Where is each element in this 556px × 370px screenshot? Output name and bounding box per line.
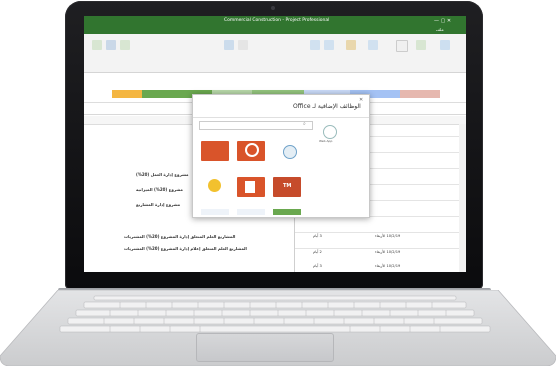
gantt-label: المشاريع العلم المتعلق إدارة المشروع (20…: [124, 234, 236, 239]
touchpad[interactable]: [196, 333, 334, 362]
ribbon-tabs: ملف: [84, 26, 466, 34]
web-app-icon[interactable]: [323, 125, 337, 139]
smiley-icon: [208, 179, 221, 192]
timeline-bar[interactable]: [400, 90, 440, 98]
table-cell: 10/2/19 الأربعاء: [375, 234, 401, 238]
ribbon-icon[interactable]: [368, 40, 378, 50]
powerpoint-icon: [245, 181, 255, 193]
gantt-label: مشروع إدارة المشاريع: [136, 202, 181, 207]
ribbon-icon[interactable]: [92, 40, 102, 50]
office-addins-dialog: الوظائف الإضافية لـ Office ✕ ⌕ Web App T…: [192, 94, 370, 218]
title-bar: Commercial Construction - Project Profes…: [84, 16, 466, 26]
tm-icon: TM: [283, 183, 292, 189]
row-indicators: [459, 124, 466, 272]
table-cell: 10/2/19 الأربعاء: [375, 264, 401, 268]
search-input[interactable]: [199, 121, 313, 130]
table-cell: 10/2/19 الأربعاء: [375, 250, 401, 254]
ribbon-icon[interactable]: [416, 40, 426, 50]
ribbon-tab-file[interactable]: ملف: [436, 26, 444, 34]
ribbon: [84, 34, 466, 73]
window-controls[interactable]: — ▢ ✕: [434, 16, 451, 26]
table-cell: 3 أيام: [313, 234, 322, 238]
timeline-bar[interactable]: [112, 90, 142, 98]
globe-icon: [283, 145, 297, 159]
addin-tile[interactable]: [237, 209, 265, 215]
addin-tile[interactable]: [201, 209, 229, 215]
ribbon-icon[interactable]: [238, 40, 248, 50]
search-icon[interactable]: ⌕: [303, 121, 306, 127]
ribbon-icon[interactable]: [310, 40, 320, 50]
screen: Commercial Construction - Project Profes…: [84, 16, 466, 272]
table-cell: 2 أيام: [313, 250, 322, 254]
magnifier-icon: [245, 143, 259, 157]
addin-tile[interactable]: [201, 141, 229, 161]
addin-tile[interactable]: [273, 209, 301, 215]
app-title: Commercial Construction - Project Profes…: [224, 18, 330, 23]
ribbon-icon[interactable]: [346, 40, 356, 50]
webcam-icon: [271, 6, 275, 10]
table-cell: 3 أيام: [313, 264, 322, 268]
ribbon-icon[interactable]: [120, 40, 130, 50]
close-icon[interactable]: ✕: [359, 97, 363, 103]
ribbon-icon[interactable]: [224, 40, 234, 50]
gantt-label: المشاريع العلم المتعلق إعلام إدارة المشر…: [124, 246, 247, 251]
dialog-title: الوظائف الإضافية لـ Office: [293, 103, 361, 110]
gantt-label: مشروع إدارة العمل (20%): [136, 172, 189, 177]
sidebar-item[interactable]: Web App: [319, 139, 332, 143]
ribbon-icon[interactable]: [396, 40, 408, 52]
ribbon-icon[interactable]: [440, 40, 450, 50]
ribbon-icon[interactable]: [324, 40, 334, 50]
ribbon-icon[interactable]: [106, 40, 116, 50]
gantt-label: مشروع (20%) الميزانية: [136, 187, 183, 192]
